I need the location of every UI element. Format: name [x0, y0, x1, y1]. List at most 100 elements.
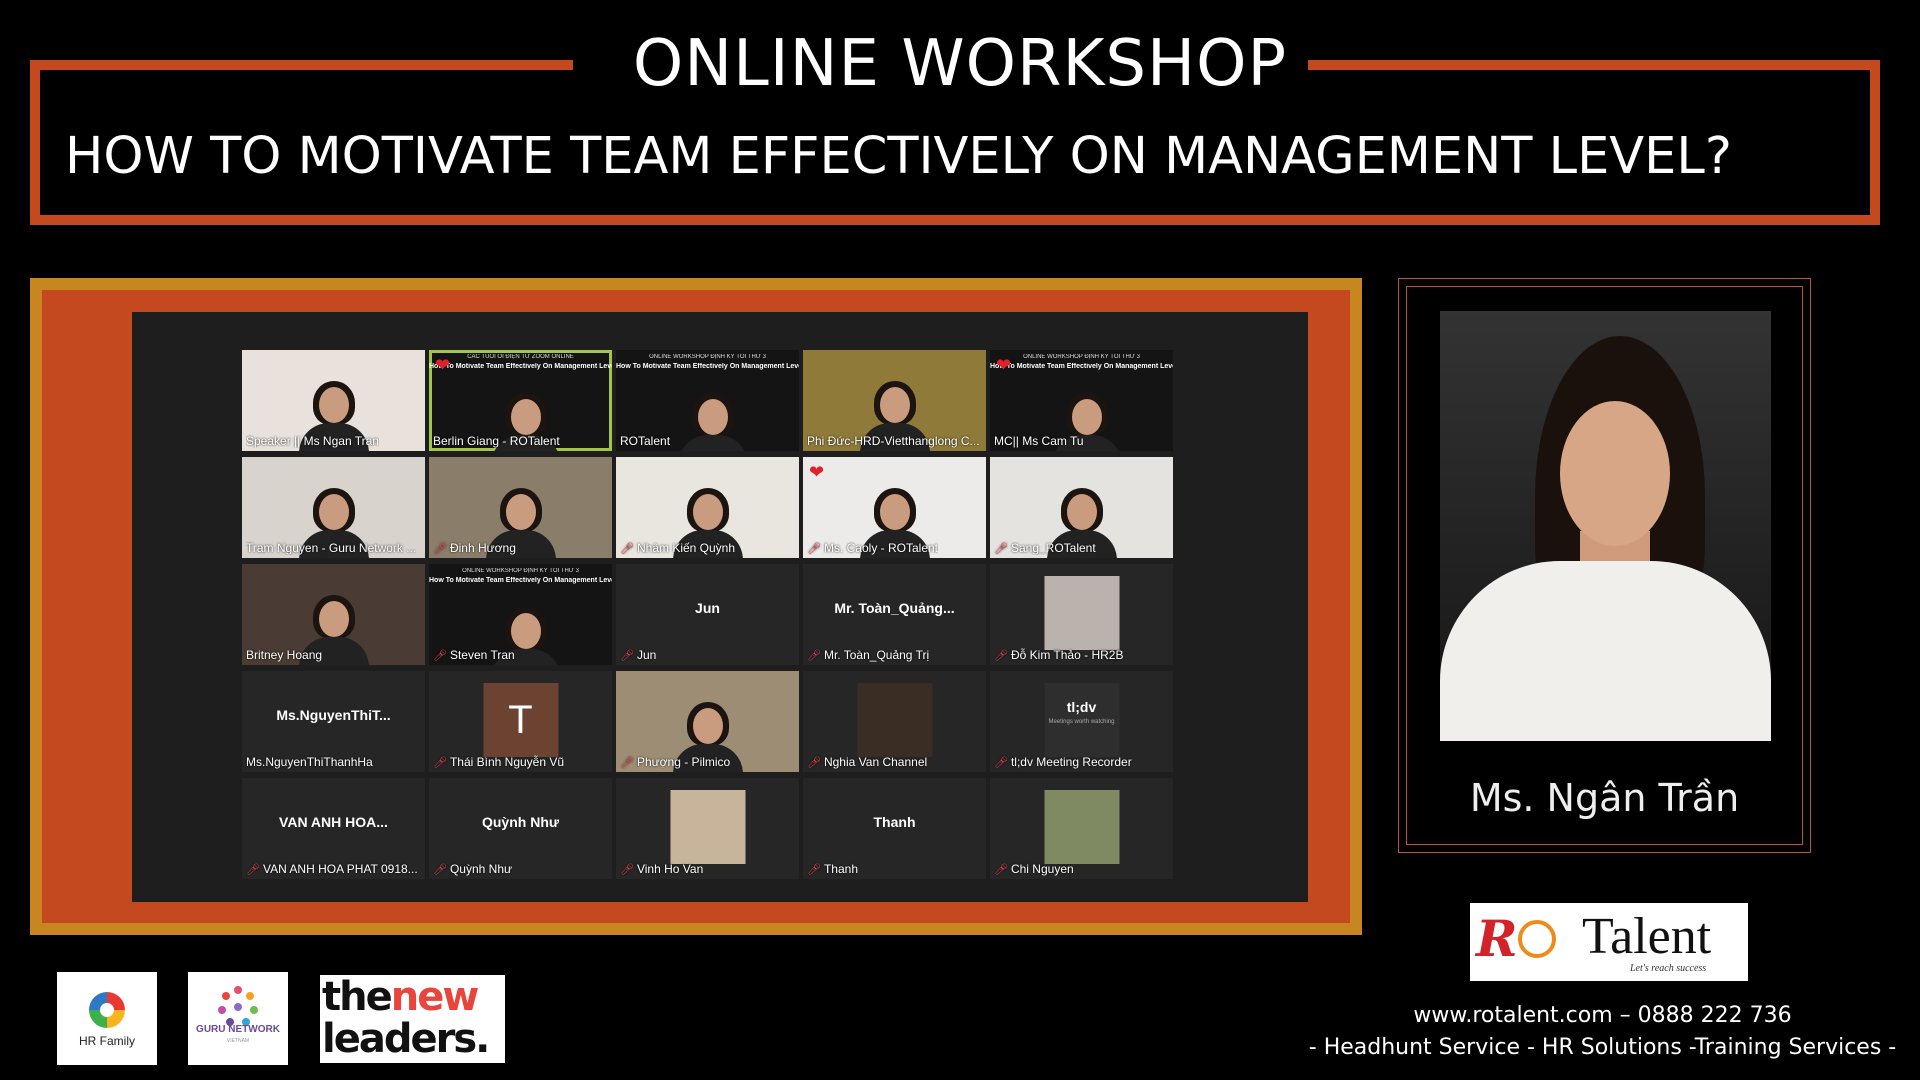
participant-name-label: MC|| Ms Cam Tu — [994, 434, 1084, 448]
the-new-leaders-logo: thenew leaders. — [320, 975, 505, 1063]
participant-tile[interactable]: VAN ANH HOA... 🎤︎ VAN ANH HOA PHAT 0918... — [242, 778, 425, 879]
hr-family-icon — [89, 992, 125, 1028]
participant-display-name: Mr. Toàn_Quảng... — [834, 600, 955, 616]
muted-mic-icon: 🎤︎ — [807, 543, 821, 555]
participant-tile[interactable]: Mr. Toàn_Quảng... 🎤︎ Mr. Toàn_Quảng Trị — [803, 564, 986, 665]
participant-name-label: 🎤︎ Phượng - Pilmico — [620, 755, 731, 769]
heart-reaction-icon: ❤ — [809, 462, 825, 482]
participant-profile-photo — [670, 790, 745, 864]
participant-name-label: 🎤︎ Đinh Hương — [433, 541, 516, 555]
slide-subtitle: How To Motivate Team Effectively On Mana… — [429, 577, 612, 584]
services-line: - Headhunt Service - HR Solutions -Train… — [1308, 1035, 1897, 1060]
participant-name-label: 🎤︎ Nghia Van Channel — [807, 755, 928, 769]
participant-tile[interactable]: tl;dv Meetings worth watching 🎤︎ tl;dv Meet… — [990, 671, 1173, 772]
participant-tile[interactable]: Tram Nguyen - Guru Network ... — [242, 457, 425, 558]
participant-tile[interactable]: 🎤︎ Chi Nguyen — [990, 778, 1173, 879]
rotalent-logo-mark: R — [1476, 909, 1556, 968]
muted-mic-icon: 🎤︎ — [246, 864, 260, 876]
participant-tile[interactable]: ONLINE WORKSHOP ĐỊNH KỲ TỐI THỨ 3 How To … — [990, 350, 1173, 451]
participant-tile[interactable]: ONLINE WORKSHOP ĐỊNH KỲ TỐI THỨ 3 How To … — [429, 564, 612, 665]
participant-name-label: 🎤︎ Sang_ROTalent — [994, 541, 1096, 555]
participant-name-label: 🎤︎ Thanh — [807, 862, 858, 876]
participant-name-label: Tram Nguyen - Guru Network ... — [246, 541, 417, 555]
speaker-photo — [1440, 311, 1771, 741]
participant-tile[interactable]: 🎤︎ Vinh Ho Van — [616, 778, 799, 879]
muted-mic-icon: 🎤︎ — [994, 864, 1008, 876]
participant-tile[interactable]: Jun 🎤︎ Jun — [616, 564, 799, 665]
participant-name-label: 🎤︎ Quỳnh Như — [433, 862, 513, 876]
participant-tile[interactable]: Phi Đức-HRD-Vietthanglong C... — [803, 350, 986, 451]
heart-reaction-icon: ❤ — [435, 355, 451, 375]
muted-mic-icon: 🎤︎ — [433, 543, 447, 555]
participant-name-label: 🎤︎ Nhâm Kiến Quỳnh — [620, 541, 736, 555]
tnl-leaders: leaders. — [322, 1016, 490, 1062]
participant-tile[interactable]: Thanh 🎤︎ Thanh — [803, 778, 986, 879]
muted-mic-icon: 🎤︎ — [807, 650, 821, 662]
slide-subtitle: How To Motivate Team Effectively On Mana… — [990, 363, 1173, 370]
tldv-logo: tl;dv Meetings worth watching — [1044, 683, 1119, 757]
participant-name-label: 🎤︎ Vinh Ho Van — [620, 862, 704, 876]
participant-name-label: Speaker || Ms Ngan Tran — [246, 434, 379, 448]
muted-mic-icon: 🎤︎ — [620, 543, 634, 555]
participant-tile[interactable]: 🎤︎ Đỗ Kim Thảo - HR2B — [990, 564, 1173, 665]
participant-name-label: Phi Đức-HRD-Vietthanglong C... — [807, 434, 980, 448]
slide-subtitle: How To Motivate Team Effectively On Mana… — [616, 363, 799, 370]
participant-tile[interactable]: 🎤︎ Sang_ROTalent — [990, 457, 1173, 558]
participant-tile[interactable]: Ms.NguyenThiT... Ms.NguyenThiThanhHa — [242, 671, 425, 772]
guru-network-label: GURU NETWORK — [196, 1024, 280, 1035]
guru-network-logo: GURU NETWORK VIETNAM — [188, 972, 288, 1065]
muted-mic-icon: 🎤︎ — [807, 864, 821, 876]
heart-reaction-icon: ❤ — [996, 355, 1012, 375]
participant-tile[interactable]: 🎤︎ Đinh Hương — [429, 457, 612, 558]
participant-tile[interactable]: T 🎤︎ Thái Bình Nguyễn Vũ — [429, 671, 612, 772]
participant-name-label: 🎤︎ Mr. Toàn_Quảng Trị — [807, 648, 930, 662]
participant-display-name: Thanh — [873, 814, 916, 830]
slide-title: ONLINE WORKSHOP ĐỊNH KỲ TỐI THỨ 3 — [462, 568, 579, 574]
participant-tile[interactable]: Speaker || Ms Ngan Tran — [242, 350, 425, 451]
rotalent-logo: R Talent Let's reach success — [1470, 903, 1748, 981]
contact-info: www.rotalent.com – 0888 222 736 - Headhu… — [1300, 1000, 1905, 1064]
slide-title: CÁC TUỔI ỔI ĐIỆN TỬ ZOOM ONLINE — [467, 354, 574, 360]
participant-name-label: 🎤︎ Jun — [620, 648, 657, 662]
participant-tile[interactable]: Britney Hoang — [242, 564, 425, 665]
slide-title: ONLINE WORKSHOP ĐỊNH KỲ TỐI THỨ 3 — [1023, 354, 1140, 360]
participant-tile[interactable]: Quỳnh Như 🎤︎ Quỳnh Như — [429, 778, 612, 879]
participant-tile[interactable]: 🎤︎ Nghia Van Channel — [803, 671, 986, 772]
participant-name-label: 🎤︎ Chi Nguyen — [994, 862, 1074, 876]
participant-name-label: 🎤︎ Ms. Caoly - ROTalent — [807, 541, 938, 555]
participant-display-name: VAN ANH HOA... — [279, 814, 388, 830]
participant-name-label: 🎤︎ Steven Tran — [433, 648, 515, 662]
participant-profile-photo — [857, 683, 932, 757]
workshop-subtitle: HOW TO MOTIVATE TEAM EFFECTIVELY ON MANA… — [65, 127, 1732, 186]
participant-profile-photo — [1044, 790, 1119, 864]
guru-network-sublabel: VIETNAM — [226, 1038, 250, 1044]
muted-mic-icon: 🎤︎ — [433, 757, 447, 769]
hr-family-logo: HR Family — [57, 972, 157, 1065]
muted-mic-icon: 🎤︎ — [433, 864, 447, 876]
participant-name-label: Ms.NguyenThiThanhHa — [246, 755, 373, 769]
participant-name-label: Britney Hoang — [246, 648, 323, 662]
participant-tile[interactable]: 🎤︎ Phượng - Pilmico — [616, 671, 799, 772]
participant-name-label: ROTalent — [620, 434, 671, 448]
participant-name-label: 🎤︎ tl;dv Meeting Recorder — [994, 755, 1132, 769]
slide-subtitle: How To Motivate Team Effectively On Mana… — [429, 363, 612, 370]
participant-tile[interactable]: ❤ 🎤︎ Ms. Caoly - ROTalent — [803, 457, 986, 558]
tnl-new: new — [390, 974, 480, 1020]
muted-mic-icon: 🎤︎ — [807, 757, 821, 769]
muted-mic-icon: 🎤︎ — [620, 650, 634, 662]
participant-tile[interactable]: CÁC TUỔI ỔI ĐIỆN TỬ ZOOM ONLINE How To Mo… — [429, 350, 612, 451]
hr-family-label: HR Family — [79, 1034, 135, 1048]
participant-tile[interactable]: 🎤︎ Nhâm Kiến Quỳnh — [616, 457, 799, 558]
participant-avatar: T — [483, 683, 558, 757]
participant-display-name: Quỳnh Như — [481, 814, 560, 830]
participant-grid: Speaker || Ms Ngan Tran CÁC TUỔI ỔI ĐIỆN … — [242, 350, 1182, 880]
participant-video — [677, 389, 748, 451]
participant-display-name: Jun — [695, 600, 720, 616]
participant-tile[interactable]: ONLINE WORKSHOP ĐỊNH KỲ TỐI THỨ 3 How To … — [616, 350, 799, 451]
muted-mic-icon: 🎤︎ — [994, 650, 1008, 662]
muted-mic-icon: 🎤︎ — [994, 757, 1008, 769]
participant-profile-photo — [1044, 576, 1119, 650]
speaker-name: Ms. Ngân Trần — [1469, 776, 1740, 820]
muted-mic-icon: 🎤︎ — [620, 864, 634, 876]
rotalent-tagline: Let's reach success — [1630, 963, 1707, 974]
